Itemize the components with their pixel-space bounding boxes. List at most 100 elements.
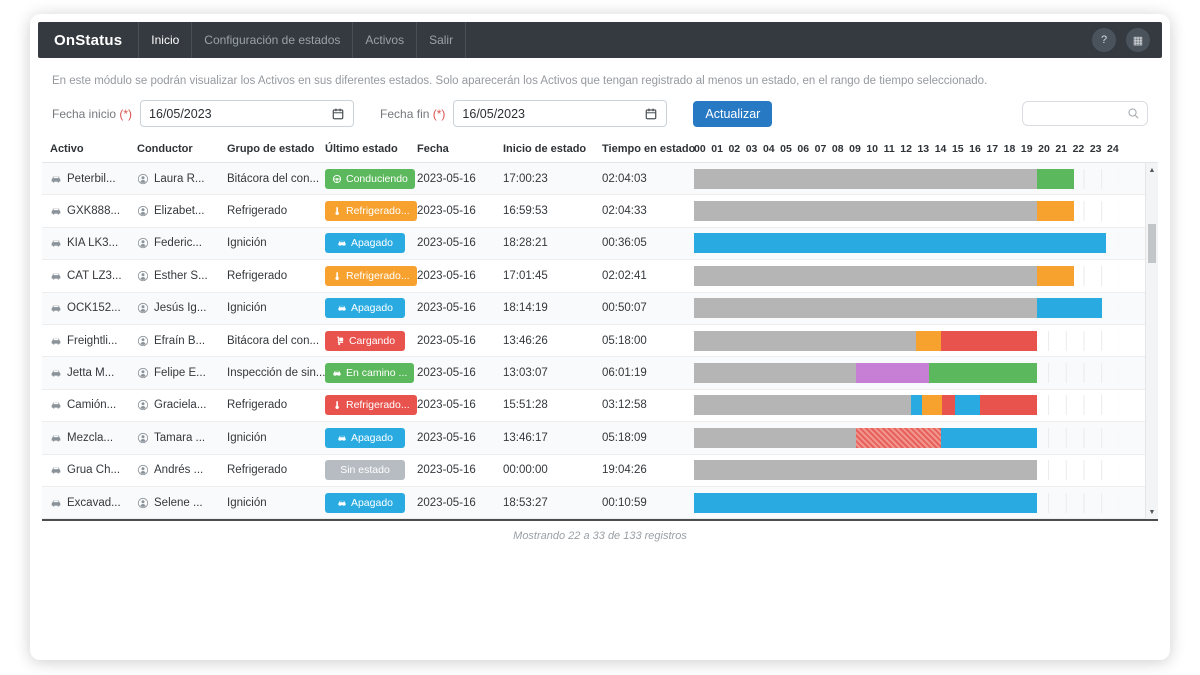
timeline-segment-gray[interactable]	[694, 395, 911, 415]
driver-name: Andrés ...	[154, 464, 203, 476]
timeline-segment-gray[interactable]	[694, 331, 916, 351]
timeline-segment-blue[interactable]	[694, 493, 1037, 513]
table-row[interactable]: CAT LZ3...Esther S...RefrigeradoRefriger…	[42, 260, 1145, 292]
last-state-cell: Apagado	[325, 233, 417, 253]
table-row[interactable]: Excavad...Selene ...IgniciónApagado2023-…	[42, 487, 1145, 519]
timeline-segment-purple[interactable]	[856, 363, 929, 383]
last-state-cell: Apagado	[325, 298, 417, 318]
start-date-field[interactable]	[140, 100, 354, 127]
asset-name: CAT LZ3...	[67, 270, 122, 282]
search-field[interactable]	[1022, 101, 1148, 126]
timeline-segment-blue[interactable]	[955, 395, 980, 415]
hour-label: 06	[797, 143, 809, 155]
driver-name: Felipe E...	[154, 367, 206, 379]
timeline-segment-green[interactable]	[1037, 169, 1073, 189]
table-row[interactable]: Mezcla...Tamara ...IgniciónApagado2023-0…	[42, 422, 1145, 454]
table-row[interactable]: OCK152...Jesús Ig...IgniciónApagado2023-…	[42, 293, 1145, 325]
driver-name: Jesús Ig...	[154, 302, 206, 314]
timeline-segment-green[interactable]	[929, 363, 1037, 383]
car-icon	[337, 238, 347, 248]
grid-icon: ▦	[1133, 34, 1143, 47]
scroll-up-arrow[interactable]: ▲	[1146, 164, 1158, 176]
asset-name: Jetta M...	[67, 367, 114, 379]
search-icon	[1127, 107, 1140, 120]
driver-icon	[137, 399, 149, 411]
timeline-segment-red[interactable]	[942, 395, 954, 415]
column-header-activo: Activo	[42, 143, 137, 155]
time-in-state-cell: 06:01:19	[602, 367, 694, 379]
status-label: Refrigerado...	[346, 270, 410, 282]
timeline-segment-gray[interactable]	[694, 201, 1037, 221]
timeline-segment-gray[interactable]	[694, 363, 856, 383]
update-button[interactable]: Actualizar	[693, 101, 772, 127]
timeline-segment-red_striped[interactable]	[856, 428, 942, 448]
scroll-down-arrow[interactable]: ▼	[1146, 506, 1158, 518]
timeline-segment-red[interactable]	[980, 395, 1038, 415]
table-row[interactable]: Camión...Graciela...RefrigeradoRefrigera…	[42, 390, 1145, 422]
car-icon	[337, 303, 347, 313]
hour-label: 01	[711, 143, 723, 155]
timeline-track	[694, 266, 1119, 286]
timeline-segment-orange[interactable]	[922, 395, 942, 415]
time-in-state-cell: 02:04:33	[602, 205, 694, 217]
hour-label: 00	[694, 143, 706, 155]
driver-name: Federic...	[154, 237, 202, 249]
table-row[interactable]: Freightli...Efraín B...Bitácora del con.…	[42, 325, 1145, 357]
timeline-segment-blue[interactable]	[694, 233, 1106, 253]
table-row[interactable]: Grua Ch...Andrés ...RefrigeradoSin estad…	[42, 455, 1145, 487]
timeline-segment-gray[interactable]	[694, 428, 856, 448]
hour-label: 12	[900, 143, 912, 155]
timeline-segment-gray[interactable]	[694, 169, 1037, 189]
vertical-scrollbar[interactable]: ▲ ▼	[1145, 163, 1158, 519]
timeline-segment-orange[interactable]	[1037, 201, 1073, 221]
timeline-segment-orange[interactable]	[1037, 266, 1073, 286]
nav-item-inicio[interactable]: Inicio	[138, 22, 191, 58]
timeline-segment-blue[interactable]	[911, 395, 922, 415]
apps-grid-button[interactable]: ▦	[1126, 28, 1150, 52]
driver-icon	[137, 464, 149, 476]
date-cell: 2023-05-16	[417, 399, 503, 411]
timeline-segment-blue[interactable]	[941, 428, 1037, 448]
help-icon: ?	[1101, 34, 1107, 46]
last-state-cell: Refrigerado...	[325, 201, 417, 221]
scrollbar-thumb[interactable]	[1148, 224, 1156, 263]
status-label: Refrigerado...	[346, 399, 410, 411]
timeline-segment-gray[interactable]	[694, 460, 1037, 480]
start-date-input[interactable]	[149, 107, 331, 121]
module-description: En este módulo se podrán visualizar los …	[52, 75, 1148, 87]
help-button[interactable]: ?	[1092, 28, 1116, 52]
driver-name: Graciela...	[154, 399, 206, 411]
timeline-segment-gray[interactable]	[694, 266, 1037, 286]
required-mark: (*)	[433, 107, 446, 121]
driver-cell: Graciela...	[137, 399, 227, 411]
table-row[interactable]: GXK888...Elizabet...RefrigeradoRefrigera…	[42, 195, 1145, 227]
nav-item-activos[interactable]: Activos	[352, 22, 416, 58]
status-label: Apagado	[351, 237, 393, 249]
timeline-track	[694, 331, 1119, 351]
timeline-hours: 0001020304050607080910111213141516171819…	[694, 143, 1119, 155]
table-row[interactable]: KIA LK3...Federic...IgniciónApagado2023-…	[42, 228, 1145, 260]
asset-name: Camión...	[67, 399, 116, 411]
asset-cell: Grua Ch...	[42, 464, 137, 476]
nav-item-configuraci-n-de-estados[interactable]: Configuración de estados	[191, 22, 352, 58]
required-mark: (*)	[119, 107, 132, 121]
time-in-state-cell: 02:04:03	[602, 173, 694, 185]
status-label: Refrigerado...	[346, 205, 410, 217]
end-date-field[interactable]	[453, 100, 667, 127]
timeline-segment-red[interactable]	[941, 331, 1037, 351]
asset-cell: KIA LK3...	[42, 237, 137, 249]
end-date-input[interactable]	[462, 107, 644, 121]
timeline-segment-orange[interactable]	[916, 331, 941, 351]
table-row[interactable]: Peterbil...Laura R...Bitácora del con...…	[42, 163, 1145, 195]
hour-label: 17	[986, 143, 998, 155]
nav-item-salir[interactable]: Salir	[416, 22, 466, 58]
status-label: Apagado	[351, 302, 393, 314]
timeline-segment-blue[interactable]	[1037, 298, 1102, 318]
table-row[interactable]: Jetta M...Felipe E...Inspección de sin..…	[42, 357, 1145, 389]
search-input[interactable]	[1030, 107, 1127, 121]
state-start-cell: 00:00:00	[503, 464, 602, 476]
driver-cell: Selene ...	[137, 497, 227, 509]
asset-cell: Peterbil...	[42, 173, 137, 185]
timeline-segment-gray[interactable]	[694, 298, 1037, 318]
asset-cell: GXK888...	[42, 205, 137, 217]
